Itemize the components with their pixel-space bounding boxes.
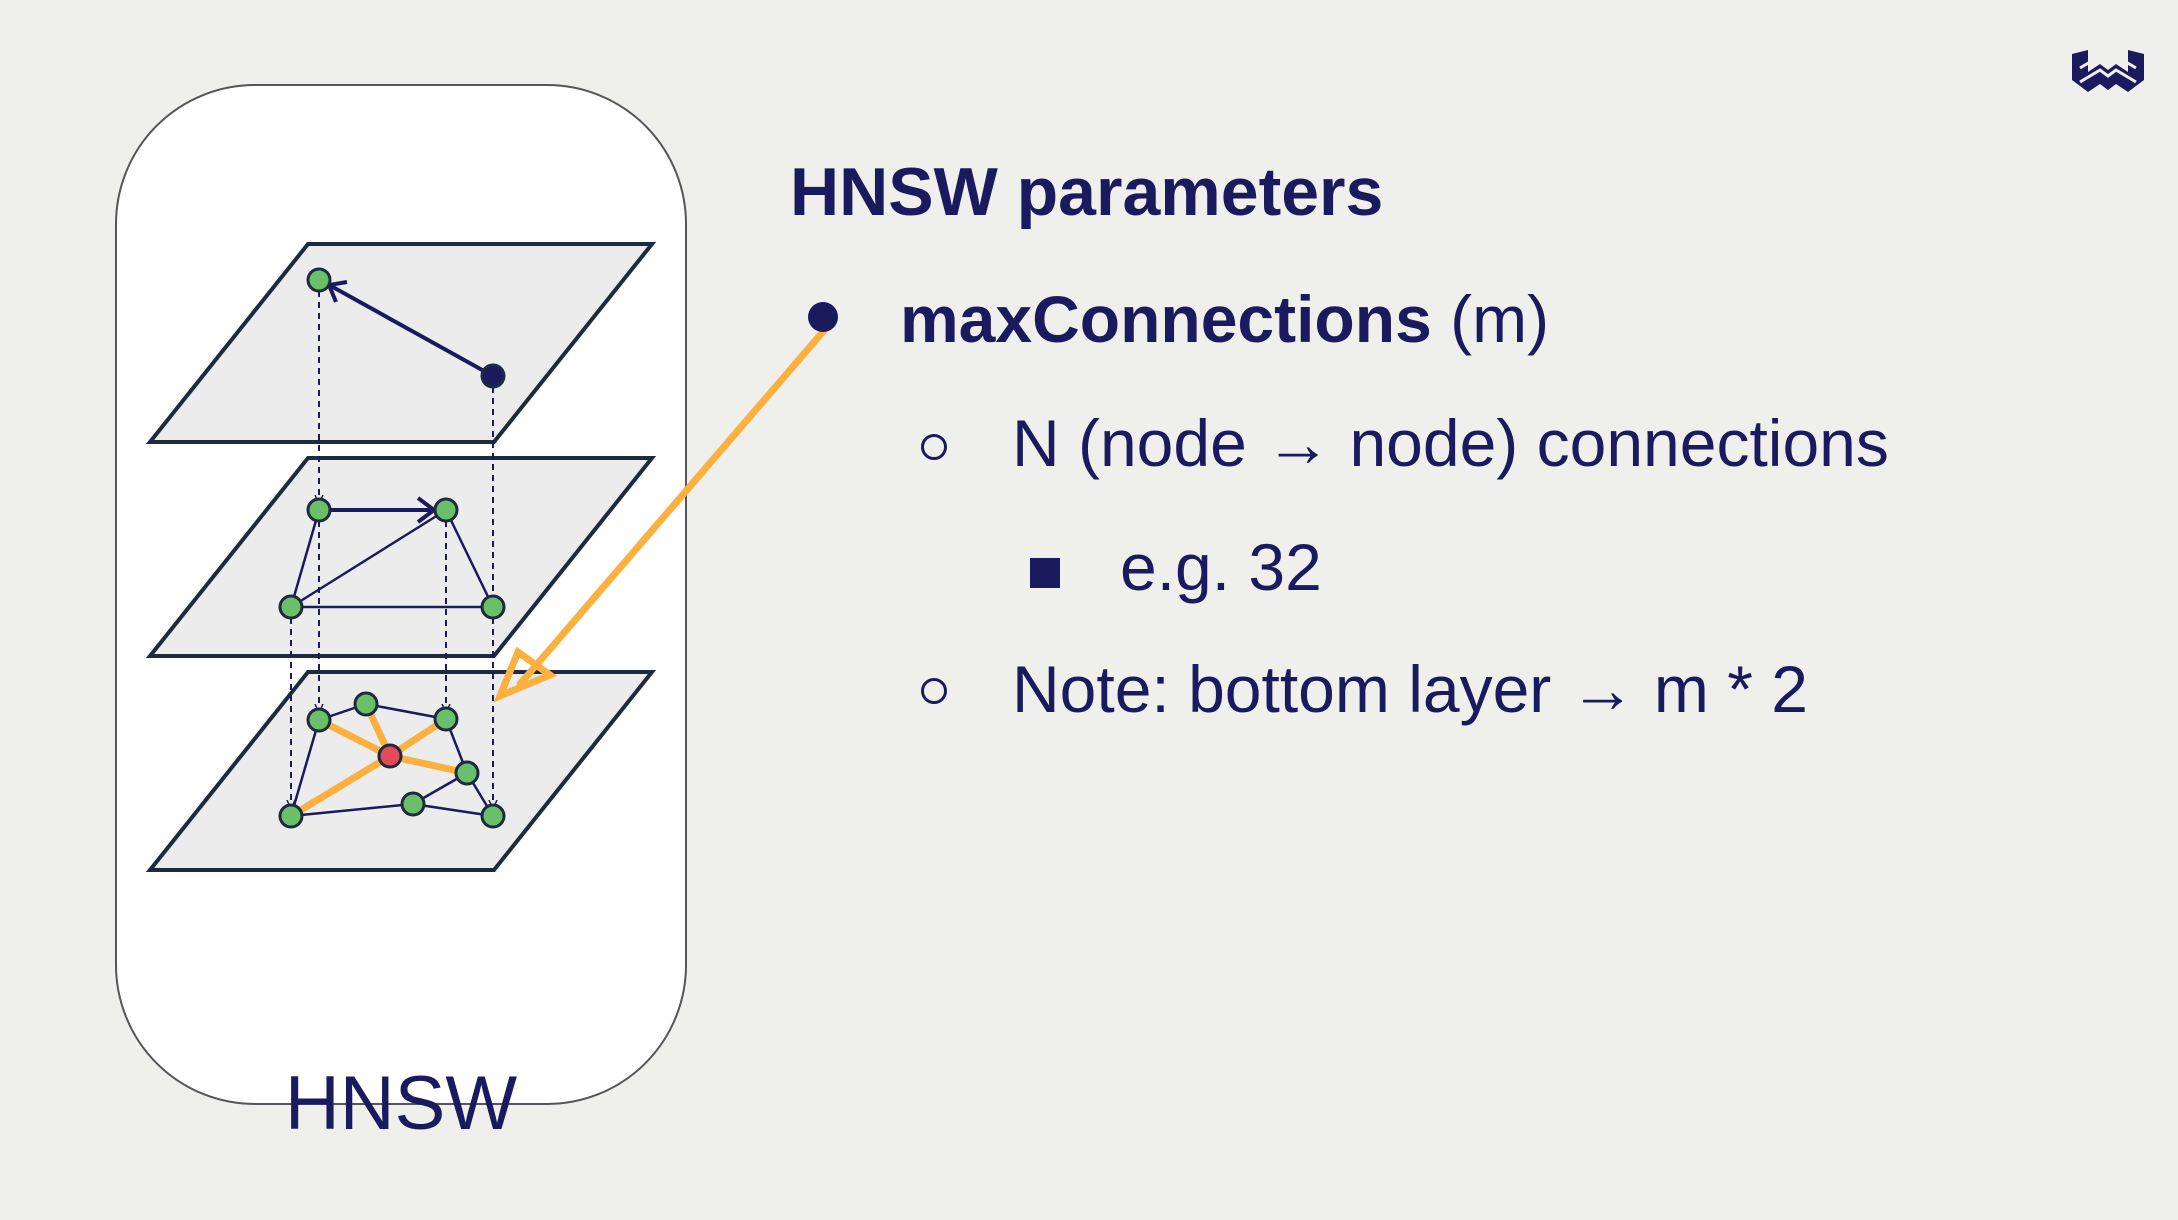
hollow-circle-bullet-icon [921,434,947,460]
top-layer-plane [145,242,657,444]
bullet-note: Note: bottom layer → m * 2 [1012,652,1808,726]
graph-node [353,691,379,717]
square-bullet-icon [1030,558,1060,588]
bullet-dot-icon [808,302,838,332]
graph-node [480,594,506,620]
graph-node [454,760,480,786]
entry-node [480,363,506,389]
brand-logo-icon [2072,50,2144,92]
graph-node [306,497,332,523]
graph-node [278,594,304,620]
max-connections-term: maxConnections [900,282,1432,356]
bullet-example: e.g. 32 [1120,530,1322,604]
graph-node [480,803,506,829]
query-node [377,743,403,769]
bullet-connections: N (node → node) connections [1012,406,1889,480]
graph-node [400,791,426,817]
graph-node [433,497,459,523]
bottom-layer-plane [145,670,657,872]
hollow-circle-bullet-icon [921,678,947,704]
graph-node [306,267,332,293]
graph-node [433,706,459,732]
graph-node [306,707,332,733]
graph-node [278,803,304,829]
slide-title: HNSW parameters [790,154,1384,230]
max-connections-suffix: (m) [1431,282,1550,356]
bullet-max-connections: maxConnections (m) [900,286,1549,352]
middle-layer-plane [145,456,657,658]
